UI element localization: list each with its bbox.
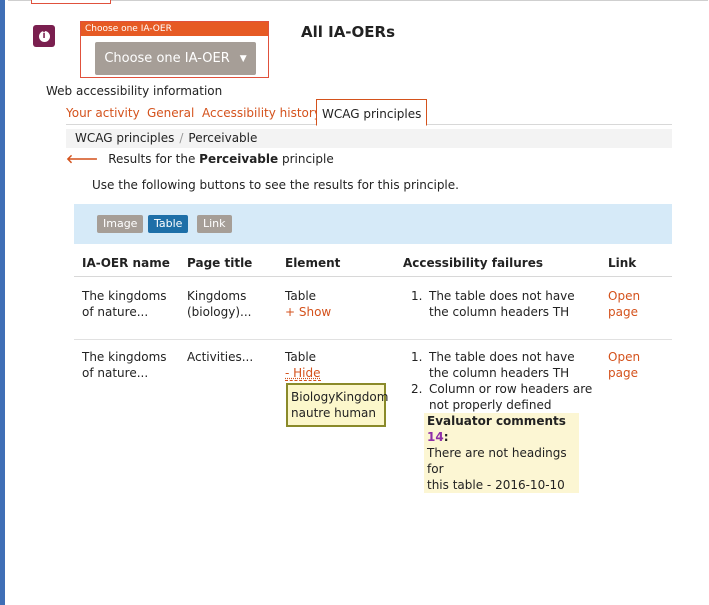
tab-your-activity[interactable]: Your activity xyxy=(66,99,140,126)
column-header-page-title: Page title xyxy=(187,256,253,270)
failure-item: 1. The table does not have the column head… xyxy=(411,350,575,380)
table-filter-button[interactable]: Table xyxy=(148,215,189,233)
tab-bar: Your activity General Accessibility hist… xyxy=(66,99,672,126)
top-divider xyxy=(8,0,708,1)
table-row: The kingdoms of nature... Kingdoms (biol… xyxy=(74,278,672,340)
results-prefix: Results for the xyxy=(108,152,200,166)
element-cell: Table - Hide xyxy=(285,349,321,381)
ia-oer-name-line2: of nature... xyxy=(82,305,149,319)
element-type: Table xyxy=(285,289,317,303)
info-glyph: i xyxy=(38,30,50,42)
failure-item: 1. The table does not have the column head… xyxy=(411,289,575,319)
filter-button-panel: Image Table Link xyxy=(74,204,672,244)
column-header-failures: Accessibility failures xyxy=(403,256,544,270)
element-cell: Table + Show xyxy=(285,288,331,320)
element-type: Table xyxy=(285,350,317,364)
failures-cell: 1. The table does not have the column head… xyxy=(403,349,603,493)
results-heading: 🡐 Results for the Perceivable principle xyxy=(66,151,334,166)
breadcrumb-separator: / xyxy=(179,131,184,145)
tab-accessibility-history[interactable]: Accessibility history xyxy=(202,99,321,126)
breadcrumb-current: Perceivable xyxy=(188,131,258,145)
tooltip-line1: BiologyKingdom xyxy=(291,390,389,404)
evaluator-comments: Evaluator comments 14: There are not hea… xyxy=(424,413,579,493)
open-page-link[interactable]: Open page xyxy=(608,288,640,320)
ia-oer-name-cell: The kingdoms of nature... xyxy=(82,288,167,320)
page-title-cell: Activities... xyxy=(187,349,253,365)
link-filter-button[interactable]: Link xyxy=(197,215,232,233)
section-label: Web accessibility information xyxy=(46,84,223,98)
ia-oer-name-cell: The kingdoms of nature... xyxy=(82,349,167,381)
selector-header: Choose one IA-OER xyxy=(81,22,268,36)
column-header-name: IA-OER name xyxy=(82,256,170,270)
choose-ia-oer-button[interactable]: Choose one IA-OER ▼ xyxy=(95,42,256,75)
evaluator-comments-label: Evaluator comments xyxy=(427,414,566,428)
ia-oer-selector: Choose one IA-OER Choose one IA-OER ▼ xyxy=(80,21,269,78)
breadcrumb-parent[interactable]: WCAG principles xyxy=(75,131,174,145)
open-page-link[interactable]: Open page xyxy=(608,349,640,381)
table-header-row: IA-OER name Page title Element Accessibi… xyxy=(74,249,672,277)
image-filter-button[interactable]: Image xyxy=(97,215,144,233)
page-title-line2: (biology)... xyxy=(187,305,252,319)
breadcrumb: WCAG principles / Perceivable xyxy=(66,129,672,148)
evaluator-comments-count[interactable]: 14 xyxy=(427,430,444,444)
back-arrow-icon[interactable]: 🡐 xyxy=(66,152,98,166)
tab-general[interactable]: General xyxy=(147,99,194,126)
hide-toggle-link[interactable]: - Hide xyxy=(285,366,321,381)
failure-item: 2. Column or row headers are not properly … xyxy=(411,382,593,412)
column-header-link: Link xyxy=(608,256,637,270)
instructions-text: Use the following buttons to see the res… xyxy=(92,178,459,192)
ia-oer-name-line1: The kingdoms xyxy=(82,289,167,303)
window-left-edge xyxy=(0,0,5,605)
table-preview-tooltip: BiologyKingdom nautre human xyxy=(286,383,389,427)
top-tab-fragment[interactable] xyxy=(31,0,111,4)
ia-oer-name-line2: of nature... xyxy=(82,366,149,380)
evaluator-comment-line1: There are not headings for xyxy=(427,446,567,476)
page-title-cell: Kingdoms (biology)... xyxy=(187,288,252,320)
caret-down-icon: ▼ xyxy=(239,53,247,64)
column-header-element: Element xyxy=(285,256,341,270)
show-toggle-link[interactable]: + Show xyxy=(285,304,331,320)
tab-wcag-principles[interactable]: WCAG principles xyxy=(316,99,428,126)
evaluator-comment-line2: this table - 2016-10-10 xyxy=(427,478,565,492)
tooltip-line2: nautre human xyxy=(291,406,376,420)
results-principle: Perceivable xyxy=(199,152,279,166)
info-icon[interactable]: i xyxy=(33,25,55,47)
results-suffix: principle xyxy=(278,152,334,166)
choose-ia-oer-label: Choose one IA-OER xyxy=(104,51,230,66)
failures-cell: 1. The table does not have the column head… xyxy=(403,288,603,320)
ia-oer-name-line1: The kingdoms xyxy=(82,350,167,364)
page-title: All IA-OERs xyxy=(301,23,396,41)
page-title-line1: Activities... xyxy=(187,350,254,364)
page-title-line1: Kingdoms xyxy=(187,289,247,303)
